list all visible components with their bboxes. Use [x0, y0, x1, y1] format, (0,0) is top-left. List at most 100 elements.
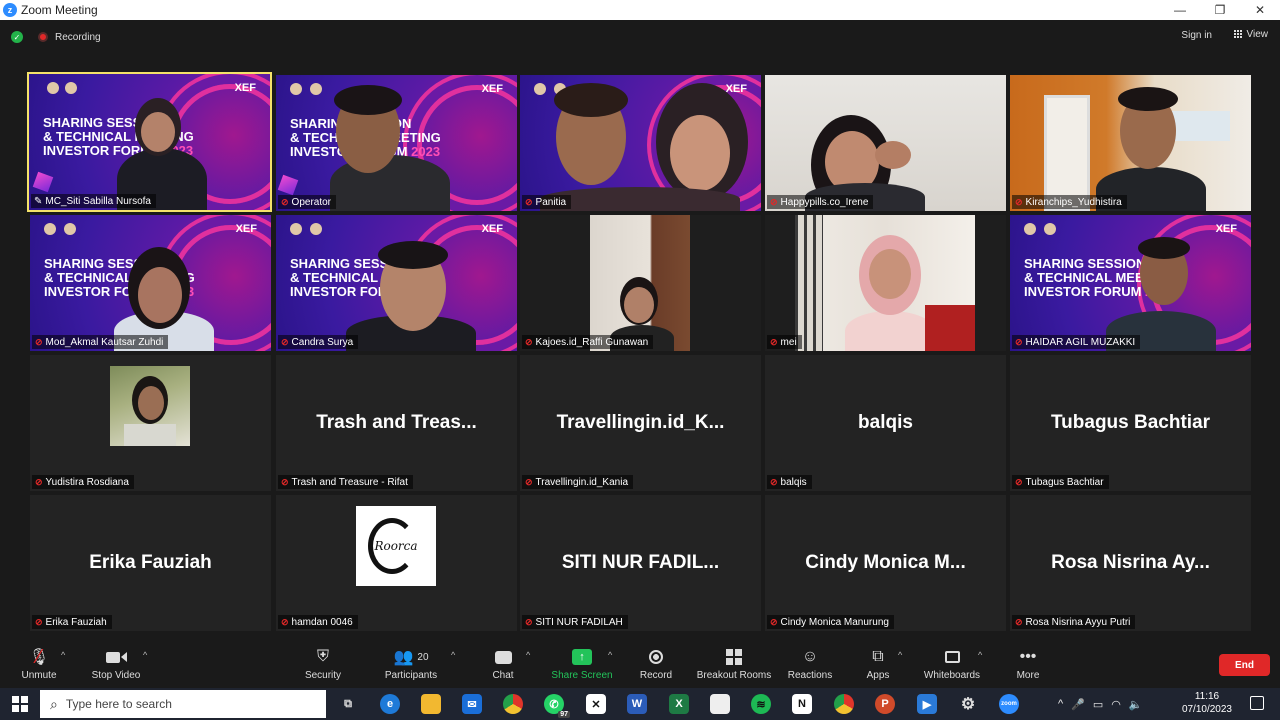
notification-icon[interactable] — [1250, 696, 1264, 710]
video-tile-haidar[interactable]: XEF SHARING SESSION & TECHNICAL MEETING IN… — [1010, 215, 1251, 351]
tray-chevron-icon[interactable]: ^ — [1058, 698, 1063, 710]
video-tile-erika[interactable]: Erika Fauziah ⊘ Erika Fauziah — [30, 495, 271, 631]
video-tile-cindy[interactable]: Cindy Monica M... ⊘ Cindy Monica Manurung — [765, 495, 1006, 631]
zoom-taskbar-icon[interactable]: zoom — [999, 694, 1019, 714]
video-tile-mc[interactable]: XEF SHARING SESSION & TECHNICAL MEETING IN… — [27, 72, 272, 212]
video-tile-mei[interactable]: ⊘ mei — [765, 215, 1006, 351]
participants-count: 20 — [417, 651, 429, 663]
security-shield-icon[interactable]: ✓ — [11, 31, 23, 43]
whatsapp-icon[interactable]: ✆ 97 — [544, 694, 570, 718]
whiteboards-button[interactable]: Whiteboards — [920, 646, 984, 681]
video-tile-balqis[interactable]: balqis ⊘ balqis — [765, 355, 1006, 491]
participant-name-tag: ⊘ Trash and Treasure - Rifat — [278, 475, 413, 489]
powerpoint-icon[interactable]: P — [875, 694, 895, 714]
minimize-button[interactable]: — — [1160, 0, 1200, 20]
participant-name-tag: ⊘ balqis — [767, 475, 812, 489]
meeting-toolbar: 🎙 ⁄ Unmute ^ Stop Video ^ ⛨ Security 👥 20 … — [0, 640, 1280, 688]
participants-chevron-icon[interactable]: ^ — [451, 650, 455, 660]
video-tile-rifat[interactable]: Trash and Treas... ⊘ Trash and Treasure -… — [276, 355, 517, 491]
taskbar-clock[interactable]: 11:16 07/10/2023 — [1182, 690, 1232, 716]
task-view-icon[interactable]: ⧉ — [338, 694, 358, 714]
share-screen-button[interactable]: ↑ Share Screen — [550, 646, 614, 681]
participants-button[interactable]: 👥 20 Participants — [382, 646, 440, 681]
volume-icon[interactable]: 🔈 — [1129, 698, 1143, 711]
participant-name-tag: ⊘ Yudistira Rosdiana — [32, 475, 134, 489]
microphone-tray-icon[interactable]: 🎤 — [1071, 698, 1085, 711]
video-tile-irene[interactable]: ⊘ Happypills.co_Irene — [765, 75, 1006, 211]
sign-in-link[interactable]: Sign in — [1181, 30, 1212, 41]
apps-button[interactable]: ⧉ Apps — [862, 646, 894, 681]
video-tile-yudhistira[interactable]: ⊘ Kiranchips_Yudhistira — [1010, 75, 1251, 211]
file-explorer-icon[interactable] — [421, 694, 441, 714]
mic-muted-icon: ⊘ — [35, 336, 43, 347]
record-button[interactable]: Record — [638, 646, 674, 681]
excel-icon[interactable]: X — [669, 694, 689, 714]
participant-name-tag: ⊘ hamdan 0046 — [278, 615, 358, 629]
mic-muted-icon: ⊘ — [35, 616, 43, 627]
document-icon[interactable] — [710, 694, 730, 714]
wifi-icon[interactable]: ◠ — [1111, 698, 1121, 711]
taskbar-search-box[interactable]: ⌕ Type here to search — [40, 690, 326, 718]
media-player-icon[interactable]: ▶ — [917, 694, 937, 714]
capcut-icon[interactable]: ✕ — [586, 694, 606, 714]
mic-muted-icon: ⊘ — [525, 336, 533, 347]
participant-name-tag: ⊘ Travellingin.id_Kania — [522, 475, 634, 489]
video-tile-panitia[interactable]: XEF ⊘ Panitia — [520, 75, 761, 211]
edge-browser-icon[interactable]: e — [380, 694, 400, 714]
battery-icon[interactable]: ▭ — [1093, 698, 1103, 711]
mic-muted-icon: 🎙 ⁄ — [28, 645, 50, 668]
search-icon: ⌕ — [50, 695, 58, 712]
video-tile-candra[interactable]: XEF SHARING SESSION & TECHNICAL MEETING IN… — [276, 215, 517, 351]
mail-icon[interactable]: ✉ — [462, 694, 482, 714]
audio-options-chevron-icon[interactable]: ^ — [61, 650, 65, 660]
share-chevron-icon[interactable]: ^ — [608, 650, 612, 660]
participant-name-tag: ⊘ HAIDAR AGIL MUZAKKI — [1012, 335, 1141, 349]
search-placeholder: Type here to search — [65, 697, 172, 711]
participant-name-tag: ⊘ Kiranchips_Yudhistira — [1012, 195, 1127, 209]
unmute-button[interactable]: 🎙 ⁄ Unmute — [18, 645, 60, 682]
apps-chevron-icon[interactable]: ^ — [898, 650, 902, 660]
participant-display-name: Travellingin.id_K... — [556, 412, 725, 433]
video-tile-akmal[interactable]: XEF SHARING SESSION & TECHNICAL MEETING IN… — [30, 215, 271, 351]
windows-logo-icon — [12, 696, 28, 712]
participant-name-tag: ✎ MC_Siti Sabilla Nursofa — [31, 194, 156, 208]
share-screen-icon: ↑ — [550, 646, 614, 668]
video-feed — [1010, 75, 1251, 211]
notion-icon[interactable]: N — [792, 694, 812, 714]
video-tile-rosa[interactable]: Rosa Nisrina Ay... ⊘ Rosa Nisrina Ayyu Pu… — [1010, 495, 1251, 631]
maximize-button[interactable]: ❐ — [1200, 0, 1240, 20]
word-icon[interactable]: W — [627, 694, 647, 714]
security-button[interactable]: ⛨ Security — [301, 646, 345, 681]
video-tile-operator[interactable]: XEF SHARING SESSION& TECHNICAL MEETINGIN… — [276, 75, 517, 211]
more-button[interactable]: ••• More — [1012, 646, 1044, 681]
participant-name-tag: ⊘ Operator — [278, 195, 337, 209]
participant-display-name: balqis — [858, 412, 913, 433]
windows-taskbar: ⌕ Type here to search ⧉ e ✉ ✆ 97 ✕ W X ≋ … — [0, 688, 1280, 720]
reactions-button[interactable]: ☺ Reactions — [786, 646, 834, 681]
view-button[interactable]: View — [1233, 29, 1268, 40]
mic-muted-icon: ⊘ — [35, 476, 43, 487]
start-button[interactable] — [0, 688, 40, 720]
close-button[interactable]: ✕ — [1240, 0, 1280, 20]
video-tile-kania[interactable]: Travellingin.id_K... ⊘ Travellingin.id_Ka… — [520, 355, 761, 491]
video-tile-siti-nur[interactable]: SITI NUR FADIL... ⊘ SITI NUR FADILAH — [520, 495, 761, 631]
breakout-rooms-button[interactable]: Breakout Rooms — [694, 646, 774, 681]
chrome-icon[interactable] — [503, 694, 523, 714]
whiteboards-chevron-icon[interactable]: ^ — [978, 650, 982, 660]
video-tile-yudistira[interactable]: ⊘ Yudistira Rosdiana — [30, 355, 271, 491]
participant-name-tag: ⊘ Rosa Nisrina Ayyu Putri — [1012, 615, 1136, 629]
spotify-icon[interactable]: ≋ — [751, 694, 771, 714]
chat-chevron-icon[interactable]: ^ — [526, 650, 530, 660]
stop-video-button[interactable]: Stop Video — [90, 646, 142, 681]
video-tile-raffi[interactable]: ⊘ Kajoes.id_Raffi Gunawan — [520, 215, 761, 351]
whatsapp-unread-badge: 97 — [558, 711, 570, 718]
settings-gear-icon[interactable]: ⚙ — [958, 694, 978, 714]
chat-button[interactable]: Chat — [488, 646, 518, 681]
video-tile-hamdan[interactable]: Roorca ⊘ hamdan 0046 — [276, 495, 517, 631]
mic-muted-icon: ⊘ — [770, 476, 778, 487]
video-tile-tubagus[interactable]: Tubagus Bachtiar ⊘ Tubagus Bachtiar — [1010, 355, 1251, 491]
chrome-profile-icon[interactable] — [834, 694, 854, 714]
mic-muted-icon: ⊘ — [1015, 616, 1023, 627]
end-meeting-button[interactable]: End — [1219, 654, 1270, 676]
video-options-chevron-icon[interactable]: ^ — [143, 650, 147, 660]
